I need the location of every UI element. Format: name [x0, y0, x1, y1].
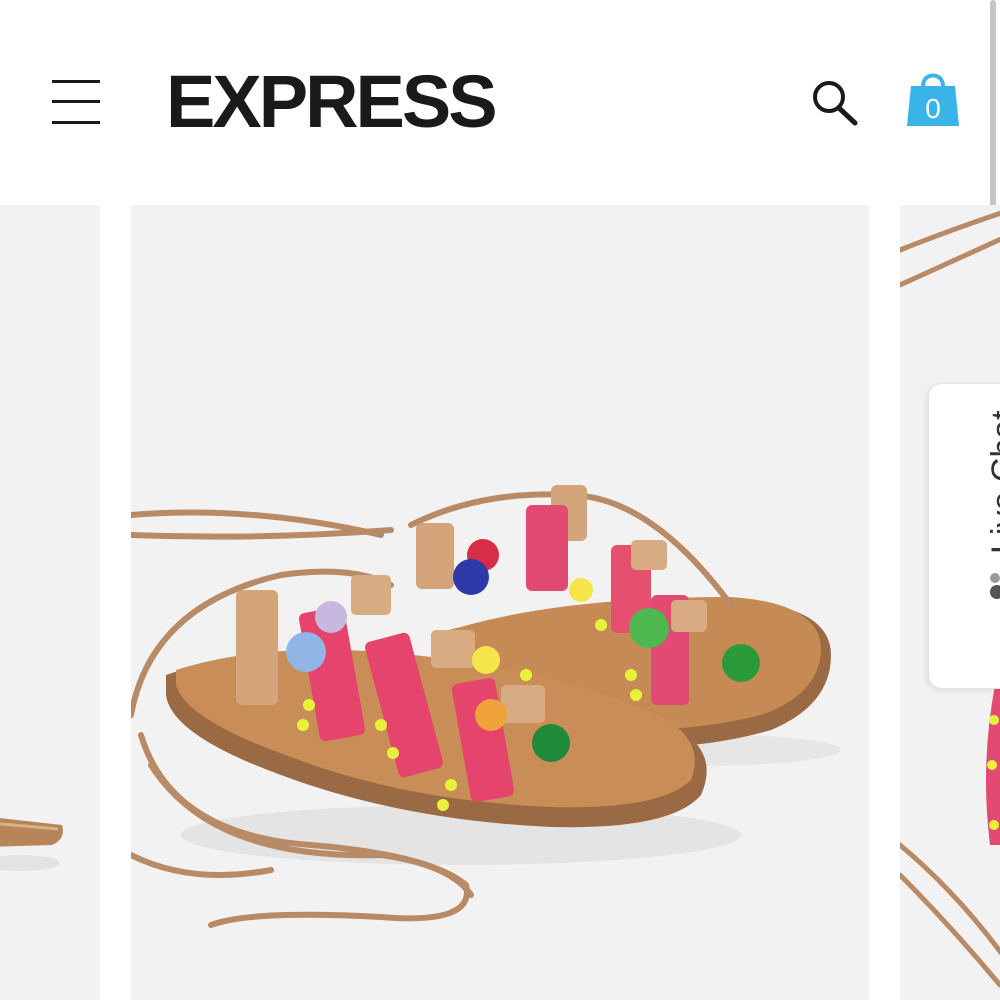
- menu-icon-bar: [52, 80, 100, 83]
- live-chat-content: Live Chat: [984, 366, 1000, 606]
- previous-product-image[interactable]: [0, 205, 100, 1000]
- menu-button[interactable]: [52, 78, 100, 126]
- product-image-carousel[interactable]: [0, 205, 1000, 1000]
- cart-count-badge: 0: [925, 93, 941, 124]
- sandal-image-partial: [0, 818, 63, 871]
- site-header: EXPRESS 0: [0, 0, 1000, 205]
- menu-icon-bar: [52, 121, 100, 124]
- chat-people-icon: [990, 573, 1000, 599]
- live-chat-label: Live Chat: [984, 410, 1000, 554]
- live-chat-button[interactable]: Live Chat: [928, 383, 1000, 689]
- sandal-product-image: [131, 485, 841, 928]
- current-product-image[interactable]: [131, 205, 869, 1000]
- menu-icon-bar: [52, 100, 100, 103]
- shopping-bag-button[interactable]: 0: [904, 70, 962, 130]
- express-logo[interactable]: EXPRESS: [166, 62, 498, 142]
- search-button[interactable]: [808, 78, 862, 128]
- search-icon: [813, 81, 858, 126]
